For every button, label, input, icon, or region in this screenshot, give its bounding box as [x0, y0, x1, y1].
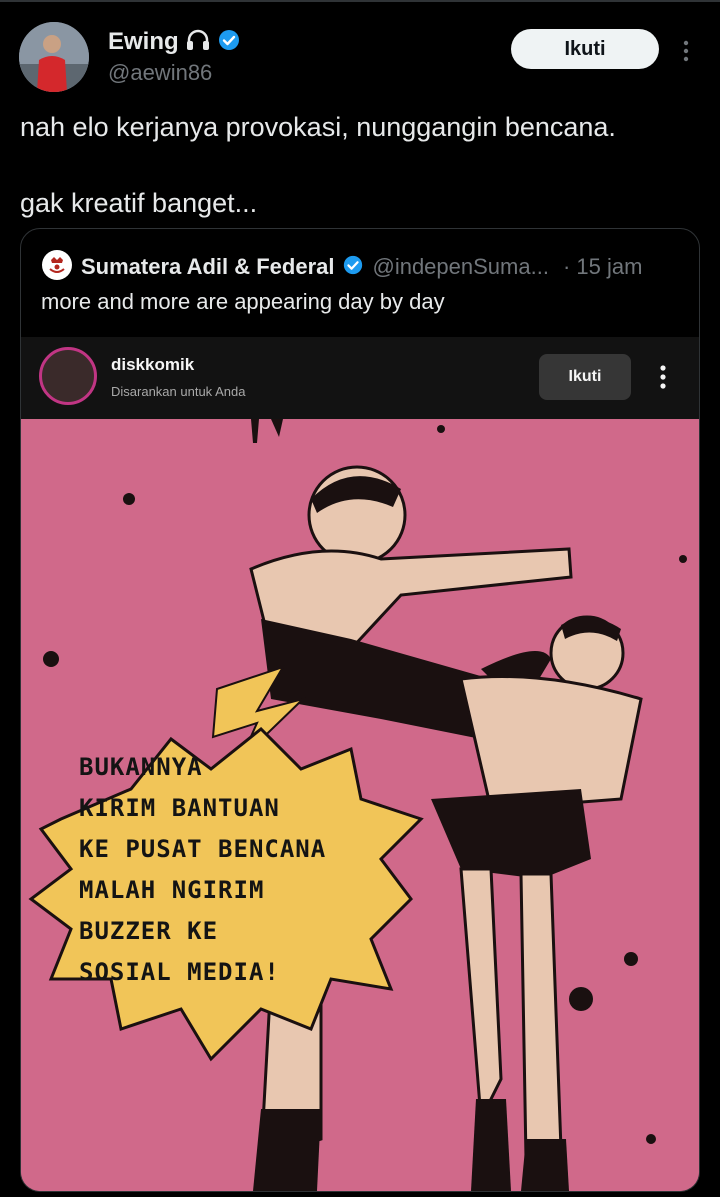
comic-speech-text: BUKANNYA KIRIM BANTUAN KE PUSAT BENCANA …	[79, 747, 379, 993]
instagram-username: diskkomik	[111, 355, 195, 374]
comic-line: SOSIAL MEDIA!	[79, 958, 280, 986]
instagram-follow-button: Ikuti	[539, 354, 631, 400]
tweet-text-line: nah elo kerjanya provokasi, nunggangin b…	[20, 112, 616, 142]
instagram-header: diskkomik Disarankan untuk Anda Ikuti	[21, 337, 699, 419]
quoted-author-name[interactable]: Sumatera Adil & Federal	[81, 254, 334, 280]
author-name[interactable]: Ewing	[108, 28, 179, 56]
verified-badge-icon	[342, 254, 364, 281]
comic-line: MALAH NGIRIM	[79, 876, 265, 904]
embedded-image[interactable]: diskkomik Disarankan untuk Anda Ikuti BU…	[21, 337, 699, 1191]
more-options-icon[interactable]	[676, 36, 696, 66]
quoted-tweet[interactable]: Sumatera Adil & Federal @indepenSuma... …	[20, 228, 700, 1192]
instagram-suggested-label: Disarankan untuk Anda	[111, 384, 246, 399]
quoted-timestamp[interactable]: · 15 jam	[563, 254, 642, 280]
comic-line: BUKANNYA	[79, 753, 203, 781]
avatar[interactable]	[19, 22, 89, 92]
quoted-avatar-icon[interactable]	[41, 249, 73, 286]
comic-line: BUZZER KE	[79, 917, 219, 945]
headphones-icon	[185, 28, 211, 57]
instagram-more-icon	[657, 362, 669, 392]
top-divider	[0, 0, 720, 2]
tweet-text: nah elo kerjanya provokasi, nunggangin b…	[20, 108, 700, 222]
comic-line: KE PUSAT BENCANA	[79, 835, 327, 863]
comic-line: KIRIM BANTUAN	[79, 794, 280, 822]
quoted-author-handle[interactable]: @indepenSuma...	[372, 254, 548, 280]
follow-button[interactable]: Ikuti	[511, 29, 659, 69]
verified-badge-icon	[217, 28, 241, 57]
author-handle[interactable]: @aewin86	[108, 60, 212, 86]
quoted-tweet-text: more and more are appearing day by day	[41, 289, 445, 314]
tweet-text-line: gak kreatif banget...	[20, 188, 258, 218]
instagram-avatar	[39, 347, 97, 405]
